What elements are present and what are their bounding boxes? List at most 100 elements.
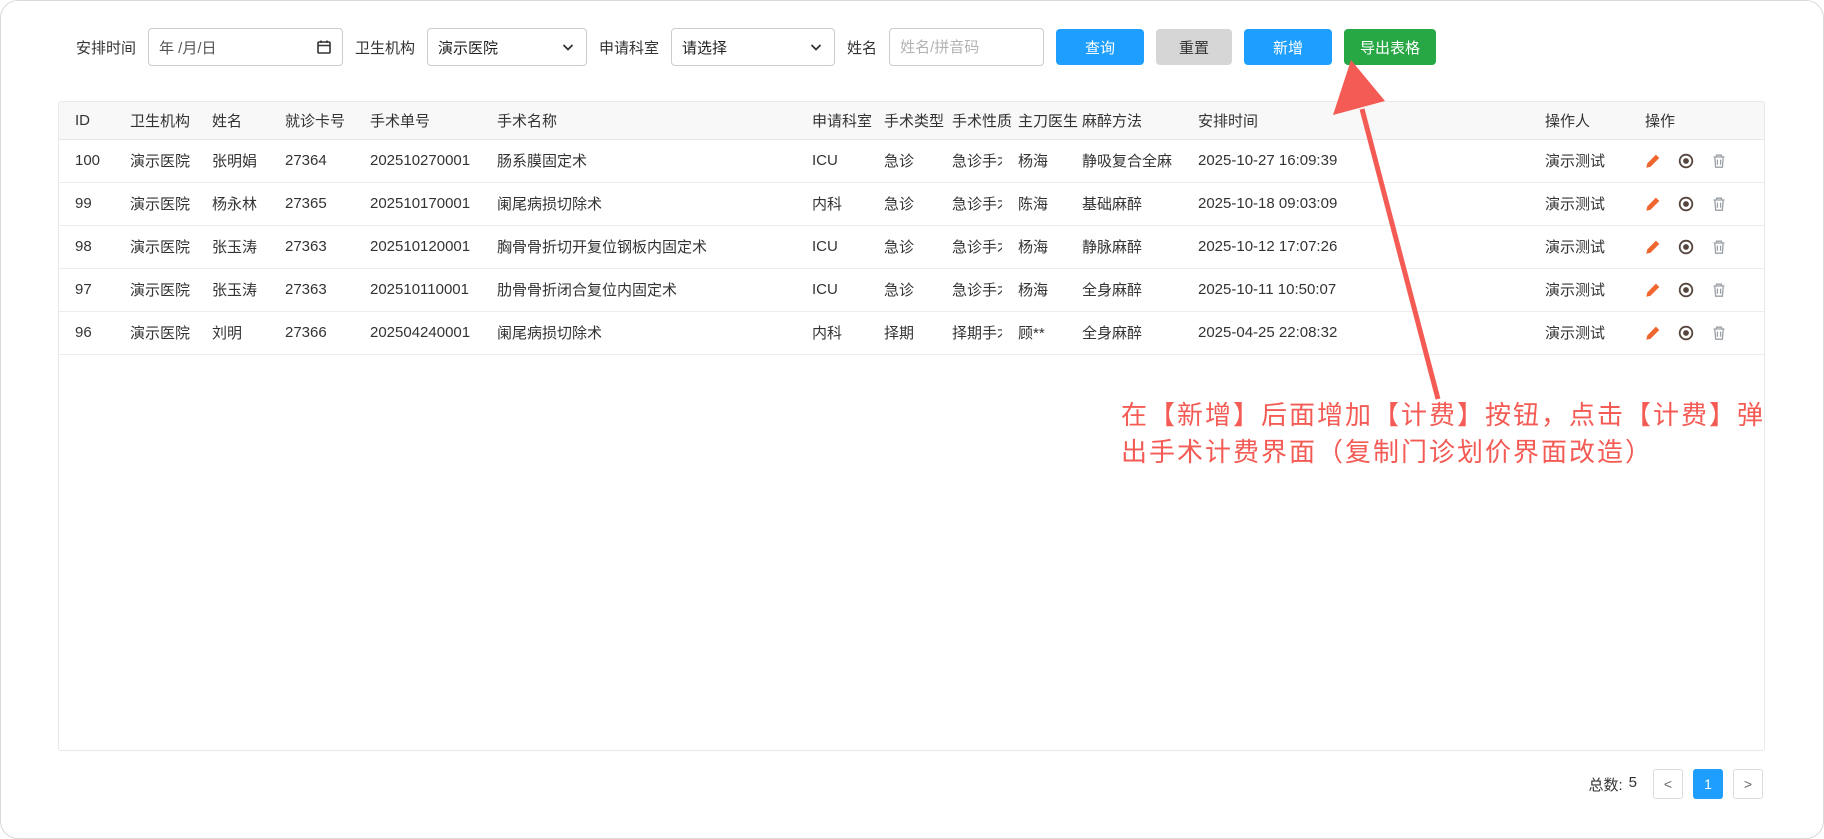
cell: ICU [796, 139, 868, 182]
delete-icon[interactable] [1711, 196, 1727, 212]
cell: 97 [59, 268, 114, 311]
annotation-line-2: 出手术计费界面（复制门诊划价界面改造） [1121, 434, 1765, 471]
column-header: 手术性质 [936, 102, 1002, 139]
row-actions [1629, 139, 1765, 182]
annotation-line-1: 在【新增】后面增加【计费】按钮，点击【计费】弹 [1121, 397, 1765, 434]
column-header: 手术单号 [354, 102, 481, 139]
cell: 99 [59, 182, 114, 225]
column-header: 安排时间 [1182, 102, 1529, 139]
filter-bar: 安排时间 年 /月/日 卫生机构 演示医院 申请科室 请选择 姓名 查询 [76, 28, 1436, 66]
date-input[interactable]: 年 /月/日 [148, 28, 343, 66]
cell: 陈海 [1002, 182, 1066, 225]
edit-icon[interactable] [1645, 282, 1661, 298]
cell: 肠系膜固定术 [481, 139, 796, 182]
cell: 演示医院 [114, 225, 196, 268]
calendar-icon[interactable] [316, 39, 332, 55]
cell: 杨永林 [196, 182, 269, 225]
cell: 演示医院 [114, 139, 196, 182]
cell: 演示医院 [114, 268, 196, 311]
query-button[interactable]: 查询 [1056, 29, 1144, 65]
edit-icon[interactable] [1645, 239, 1661, 255]
cell: 202504240001 [354, 311, 481, 354]
column-header: 申请科室 [796, 102, 868, 139]
cell: 急诊 [868, 139, 936, 182]
cell: 27365 [269, 182, 354, 225]
detail-icon[interactable] [1678, 239, 1694, 255]
delete-icon[interactable] [1711, 153, 1727, 169]
table-row: 98演示医院张玉涛27363202510120001胸骨骨折切开复位钢板内固定术… [59, 225, 1765, 268]
cell: 2025-10-12 17:07:26 [1182, 225, 1529, 268]
cell: 27363 [269, 225, 354, 268]
cell: 全身麻醉 [1066, 311, 1182, 354]
detail-icon[interactable] [1678, 282, 1694, 298]
detail-icon[interactable] [1678, 325, 1694, 341]
prev-page-button[interactable]: < [1653, 769, 1683, 799]
edit-icon[interactable] [1645, 153, 1661, 169]
delete-icon[interactable] [1711, 239, 1727, 255]
column-header: 手术类型 [868, 102, 936, 139]
org-select[interactable]: 演示医院 [427, 28, 587, 66]
edit-icon[interactable] [1645, 196, 1661, 212]
cell: 张玉涛 [196, 225, 269, 268]
row-actions [1629, 225, 1765, 268]
cell: 急诊手术 [936, 225, 1002, 268]
table-body: 100演示医院张明娟27364202510270001肠系膜固定术ICU急诊急诊… [59, 139, 1765, 354]
cell: 演示医院 [114, 311, 196, 354]
dept-select[interactable]: 请选择 [671, 28, 835, 66]
cell: 急诊 [868, 225, 936, 268]
total-value: 5 [1629, 774, 1637, 795]
column-header: 操作人 [1529, 102, 1629, 139]
page-1-button[interactable]: 1 [1693, 769, 1723, 799]
next-page-button[interactable]: > [1733, 769, 1763, 799]
cell: 阑尾病损切除术 [481, 311, 796, 354]
row-actions [1629, 311, 1765, 354]
cell: 27366 [269, 311, 354, 354]
cell: 演示测试 [1529, 225, 1629, 268]
cell: 演示测试 [1529, 311, 1629, 354]
date-filter-label: 安排时间 [76, 37, 136, 58]
total-label: 总数: [1588, 774, 1622, 795]
column-header: 姓名 [196, 102, 269, 139]
cell: 肋骨骨折闭合复位内固定术 [481, 268, 796, 311]
cell: 急诊 [868, 182, 936, 225]
surgery-table: ID卫生机构姓名就诊卡号手术单号手术名称申请科室手术类型手术性质主刀医生麻醉方法… [59, 102, 1765, 355]
export-button[interactable]: 导出表格 [1344, 29, 1436, 65]
cell: 急诊手术 [936, 268, 1002, 311]
cell: 100 [59, 139, 114, 182]
delete-icon[interactable] [1711, 282, 1727, 298]
column-header: 操作 [1629, 102, 1765, 139]
org-select-value: 演示医院 [438, 37, 498, 58]
cell: 静脉麻醉 [1066, 225, 1182, 268]
total-count: 总数: 5 [1588, 774, 1637, 795]
cell: 202510170001 [354, 182, 481, 225]
cell: 杨海 [1002, 139, 1066, 182]
reset-button[interactable]: 重置 [1156, 29, 1232, 65]
detail-icon[interactable] [1678, 196, 1694, 212]
cell: 27364 [269, 139, 354, 182]
chevron-down-icon [808, 39, 824, 55]
cell: 张玉涛 [196, 268, 269, 311]
name-input[interactable] [889, 28, 1044, 66]
table-row: 99演示医院杨永林27365202510170001阑尾病损切除术内科急诊急诊手… [59, 182, 1765, 225]
cell: 98 [59, 225, 114, 268]
cell: 择期手术 [936, 311, 1002, 354]
cell: 阑尾病损切除术 [481, 182, 796, 225]
cell: 基础麻醉 [1066, 182, 1182, 225]
pagination: 总数: 5 < 1 > [1588, 769, 1763, 799]
detail-icon[interactable] [1678, 153, 1694, 169]
cell: 静吸复合全麻 [1066, 139, 1182, 182]
row-actions [1629, 182, 1765, 225]
cell: ICU [796, 225, 868, 268]
edit-icon[interactable] [1645, 325, 1661, 341]
cell: 张明娟 [196, 139, 269, 182]
org-filter-label: 卫生机构 [355, 37, 415, 58]
cell: 27363 [269, 268, 354, 311]
column-header: 麻醉方法 [1066, 102, 1182, 139]
delete-icon[interactable] [1711, 325, 1727, 341]
cell: 演示测试 [1529, 268, 1629, 311]
cell: 演示测试 [1529, 139, 1629, 182]
row-actions [1629, 268, 1765, 311]
column-header: 就诊卡号 [269, 102, 354, 139]
cell: 演示医院 [114, 182, 196, 225]
add-button[interactable]: 新增 [1244, 29, 1332, 65]
